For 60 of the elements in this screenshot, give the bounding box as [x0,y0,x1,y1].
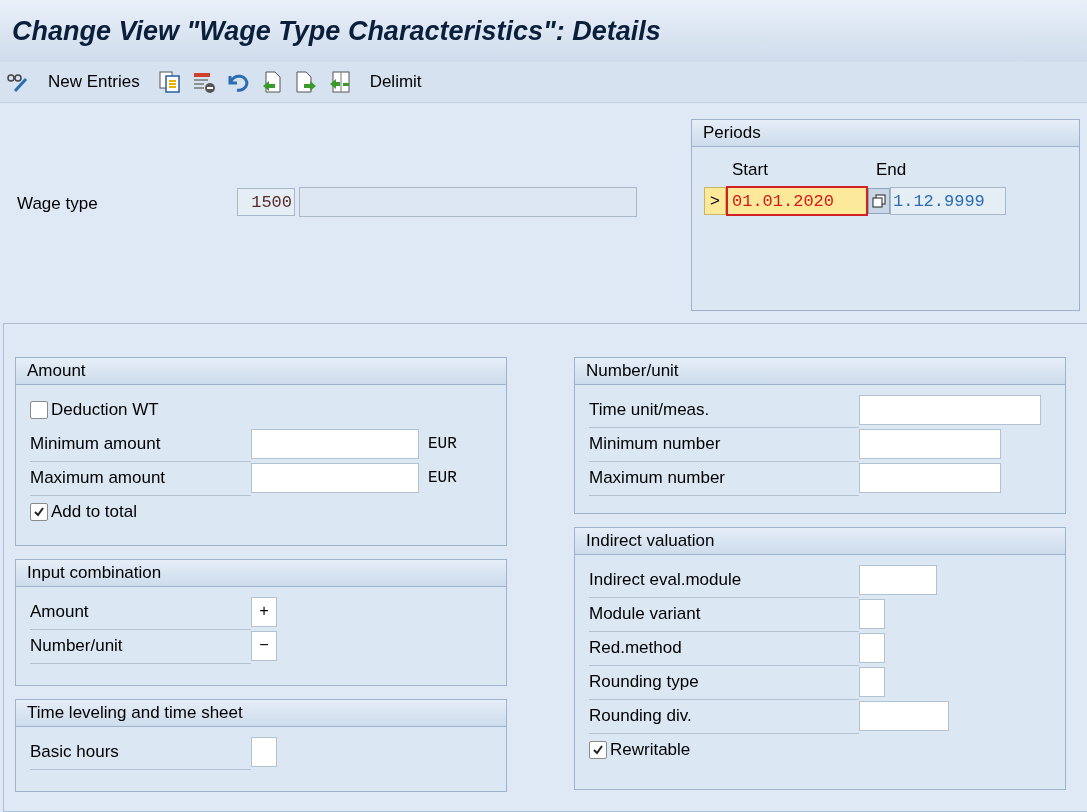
toolbar-button[interactable]: New Entries [40,72,148,92]
field-label: Module variant [589,603,702,624]
group-title: Input combination [16,560,506,587]
copy-icon [157,70,182,94]
checkbox-label: Add to total [51,502,137,522]
toolbar-icon-button[interactable] [191,70,216,94]
field-label: Minimum amount [30,433,162,454]
input-field[interactable] [859,429,1001,459]
field-label: Time unit/meas. [589,399,711,420]
field-label: Maximum number [589,467,727,488]
input-field[interactable] [251,737,277,767]
checkmark-icon [592,744,604,756]
field-label: Indirect eval.module [589,569,743,590]
start-label: Start [732,160,769,180]
toolbar-icon-button[interactable] [157,70,182,94]
input-field[interactable] [859,667,885,697]
input-field[interactable] [859,599,885,629]
input-field[interactable] [859,701,949,731]
field-label: Wage type [17,193,99,214]
copy-button[interactable] [868,188,890,214]
wage-type-code: 1500 [237,188,295,216]
window-title: Change View "Wage Type Characteristics": Details [12,15,661,47]
currency-unit: EUR [428,469,457,487]
group-title: Indirect valuation [575,528,1065,555]
group-title: Periods [692,120,1079,147]
field-label: Basic hours [30,741,120,762]
row-marker[interactable]: > [704,187,726,215]
field-label: Number/unit [30,635,124,656]
end-date-field[interactable]: 1.12.9999 [890,187,1006,215]
group-title: Amount [16,358,506,385]
copy-icon [872,194,886,208]
input-field[interactable] [251,463,419,493]
toolbar-button[interactable]: Delimit [361,72,430,92]
field-label: Amount [30,601,90,622]
input-field[interactable]: − [251,631,277,661]
delete-row-icon [191,70,216,94]
input-field[interactable] [859,395,1041,425]
input-field[interactable]: + [251,597,277,627]
checkbox[interactable] [30,503,48,521]
start-date-field[interactable]: 01.01.2020 [726,186,868,216]
checkbox-label: Deduction WT [51,400,159,420]
input-field[interactable] [859,565,937,595]
toolbar-icon-button[interactable] [293,70,318,94]
group-title: Number/unit [575,358,1065,385]
currency-unit: EUR [428,435,457,453]
field-label: Rounding div. [589,705,693,726]
field-label: Rounding type [589,671,700,692]
checkmark-icon [33,506,45,518]
field-label: Minimum number [589,433,722,454]
checkbox[interactable] [589,741,607,759]
end-label: End [876,160,908,180]
input-field[interactable] [251,429,419,459]
field-label: Maximum amount [30,467,167,488]
page-right-arrow-icon [293,70,318,94]
field-label: Red.method [589,637,683,658]
checkbox-label: Rewritable [610,740,691,760]
group-title: Time leveling and time sheet [16,700,506,727]
input-field[interactable] [859,463,1001,493]
checkbox[interactable] [30,401,48,419]
input-field[interactable] [859,633,885,663]
